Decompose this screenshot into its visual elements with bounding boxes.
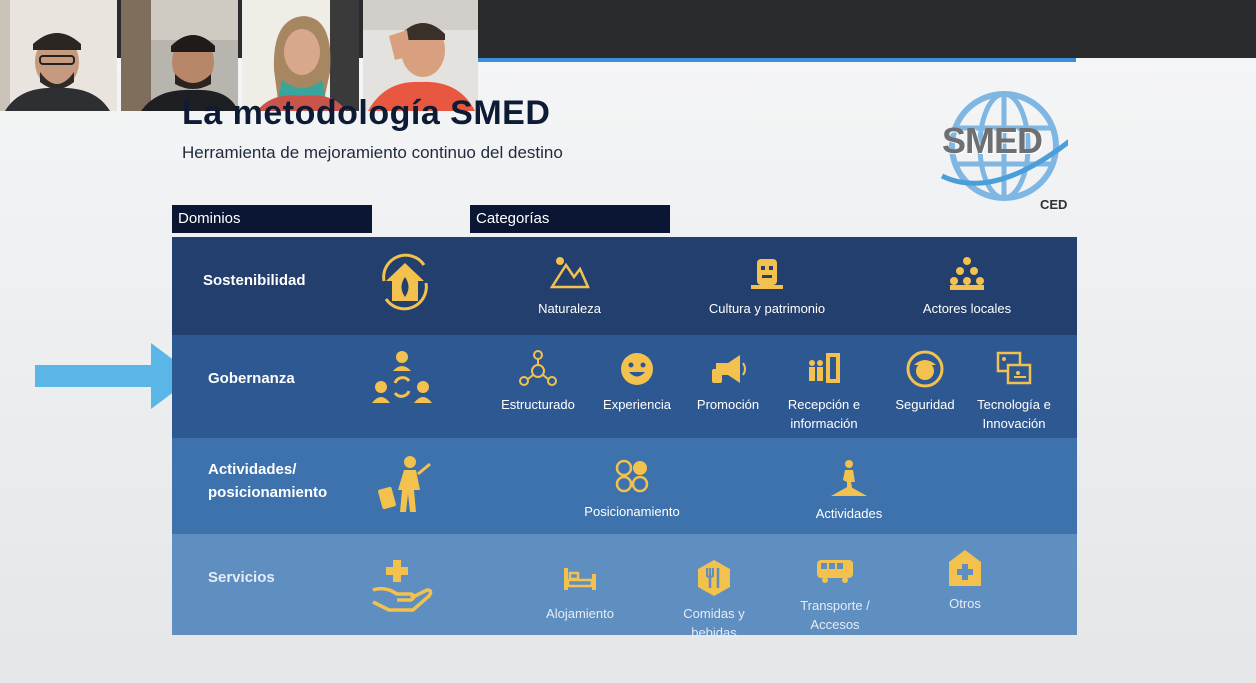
culture-mask-icon [751, 259, 783, 289]
bus-icon [817, 560, 853, 583]
category-label: Transporte / [800, 598, 870, 613]
participant-video-1[interactable] [0, 0, 117, 111]
category-label: Posicionamiento [584, 504, 680, 519]
people-group-icon [950, 257, 984, 290]
category-otros[interactable]: Otros [924, 548, 1006, 613]
category-tecnologia-innovacion[interactable]: Tecnología e Innovación [968, 349, 1060, 433]
category-label: Cultura y patrimonio [708, 301, 826, 316]
participant-avatar-icon [0, 0, 117, 111]
food-icon [698, 560, 730, 596]
logo-ced-text: CED [1040, 197, 1068, 212]
eco-house-icon [382, 253, 428, 311]
mountains-icon [549, 257, 590, 289]
category-transporte-accesos[interactable]: Transporte / Accesos [782, 550, 888, 634]
governance-people-icon [372, 351, 432, 403]
category-posicionamiento[interactable]: Posicionamiento [572, 456, 692, 521]
category-label: Seguridad [895, 397, 955, 412]
domain-row-sostenibilidad: Sostenibilidad Naturaleza Cultura y patr… [172, 237, 1077, 335]
domain-label: Actividades/ posicionamiento [208, 458, 327, 504]
megaphone-icon [712, 355, 746, 383]
logo-wordmark: SMED [942, 120, 1043, 161]
category-label: Promoción [696, 397, 760, 412]
domain-row-servicios: Servicios Alojamiento Comidas y bebidas [172, 534, 1077, 640]
category-actividades[interactable]: Actividades [802, 458, 896, 523]
traveler-icon [378, 456, 431, 512]
category-seguridad[interactable]: Seguridad [884, 349, 966, 414]
technology-icon [996, 351, 1032, 385]
pointer-arrow-icon [35, 343, 195, 409]
category-label: Experiencia [603, 397, 671, 412]
category-label: Alojamiento [546, 606, 614, 621]
domain-row-gobernanza: Gobernanza Estructurado Experiencia Prom… [172, 335, 1077, 438]
category-label: Actividades [815, 506, 883, 521]
category-actores-locales[interactable]: Actores locales [907, 253, 1027, 318]
smed-logo: SMED CED [920, 84, 1080, 214]
header-categories: Categorías [470, 205, 670, 233]
security-guard-icon [906, 350, 944, 388]
domain-label: Gobernanza [208, 370, 295, 387]
domain-label-line2: posicionamiento [208, 484, 328, 501]
category-cultura-patrimonio[interactable]: Cultura y patrimonio [692, 253, 842, 318]
domain-label: Sostenibilidad [203, 272, 306, 289]
category-label: Comidas y [683, 606, 745, 621]
category-naturaleza[interactable]: Naturaleza [527, 253, 612, 318]
reception-door-icon [809, 353, 840, 383]
category-label-line2: Accesos [810, 617, 860, 632]
category-label-line2: Innovación [982, 416, 1046, 431]
domain-label: Servicios [208, 569, 275, 586]
domain-label-line1: Actividades/ [208, 461, 297, 478]
slide-subtitle: Herramienta de mejoramiento continuo del… [182, 143, 563, 162]
category-label: Tecnología e [977, 397, 1051, 412]
category-recepcion-informacion[interactable]: Recepción e información [778, 349, 870, 433]
category-label-line2: bebidas [691, 625, 737, 640]
category-label: Estructurado [501, 397, 575, 412]
slide-title: La metodología SMED [182, 94, 551, 132]
circles-icon [615, 459, 649, 493]
category-comidas-bebidas[interactable]: Comidas y bebidas [668, 558, 760, 642]
care-hand-icon [372, 560, 433, 612]
hiker-icon [831, 460, 867, 496]
category-label: Recepción e [787, 397, 861, 412]
network-icon [519, 350, 557, 386]
bed-icon [564, 568, 596, 590]
category-label: Otros [949, 596, 981, 611]
domain-row-actividades: Actividades/ posicionamiento Posicionami… [172, 438, 1077, 534]
category-label-line2: información [790, 416, 858, 431]
category-experiencia[interactable]: Experiencia [594, 349, 680, 414]
header-domains: Dominios [172, 205, 372, 233]
category-estructurado[interactable]: Estructurado [492, 349, 584, 414]
category-label: Actores locales [922, 301, 1012, 316]
category-promocion[interactable]: Promoción [688, 349, 768, 414]
slide-accent-line [476, 58, 1076, 62]
health-house-icon [949, 550, 981, 586]
category-alojamiento[interactable]: Alojamiento [532, 558, 628, 623]
category-label: Naturaleza [538, 301, 601, 316]
smiley-icon [621, 353, 653, 385]
